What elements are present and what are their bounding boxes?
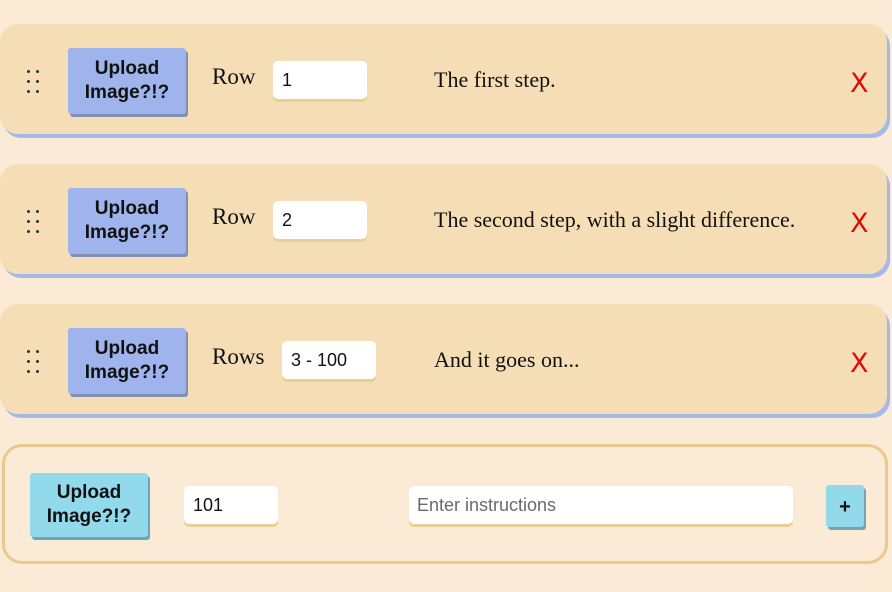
step-card: Upload Image?!? Rows 3 - 100 And it goes… (0, 304, 887, 414)
row-label: Rows (212, 344, 265, 369)
step-instruction-text: The first step. (434, 67, 556, 92)
delete-step-button[interactable]: X (850, 68, 869, 99)
drag-handle-icon[interactable] (27, 70, 41, 94)
upload-image-button[interactable]: Upload Image?!? (68, 188, 186, 254)
row-label: Row (212, 64, 256, 89)
instructions-input[interactable] (409, 486, 793, 524)
row-number-input[interactable]: 3 - 100 (282, 341, 376, 379)
drag-handle-icon[interactable] (27, 210, 41, 234)
delete-step-button[interactable]: X (850, 208, 869, 239)
new-row-number-input[interactable]: 101 (184, 486, 278, 524)
upload-image-button[interactable]: Upload Image?!? (68, 328, 186, 394)
plus-icon: + (839, 496, 851, 518)
step-card: Upload Image?!? Row 1 The first step. X (0, 24, 887, 134)
add-step-button[interactable]: + (826, 485, 864, 527)
row-label: Row (212, 204, 256, 229)
step-card: Upload Image?!? Row 2 The second step, w… (0, 164, 887, 274)
step-instruction-text: And it goes on... (434, 347, 580, 372)
upload-image-button[interactable]: Upload Image?!? (68, 48, 186, 114)
row-number-input[interactable]: 1 (273, 61, 367, 99)
step-instruction-text: The second step, with a slight differenc… (434, 207, 796, 232)
delete-step-button[interactable]: X (850, 348, 869, 379)
new-upload-image-button[interactable]: Upload Image?!? (30, 473, 148, 537)
row-number-input[interactable]: 2 (273, 201, 367, 239)
new-step-form: Upload Image?!? 101 + (2, 444, 888, 564)
drag-handle-icon[interactable] (27, 350, 41, 374)
